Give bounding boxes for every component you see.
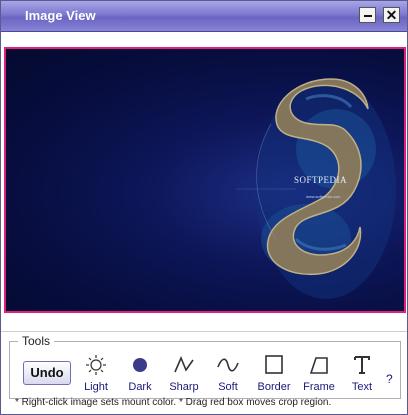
text-t-icon: [354, 356, 370, 374]
text-tool[interactable]: Text: [339, 351, 385, 397]
dark-tool[interactable]: Dark: [117, 351, 163, 397]
minimize-button[interactable]: [359, 7, 376, 23]
undo-button[interactable]: Undo: [23, 361, 71, 385]
tools-group-label: Tools: [18, 334, 55, 348]
parallelogram-icon: [309, 357, 328, 374]
tools-group: Tools Undo Light Dark Sharp Soft Border …: [9, 334, 401, 399]
soft-tool-label: Soft: [218, 381, 238, 393]
light-tool[interactable]: Light: [73, 351, 119, 397]
image-canvas-area[interactable]: SOFTPEDIA www.softpedia.com: [1, 32, 407, 331]
sharp-tool-label: Sharp: [169, 381, 199, 393]
text-tool-label: Text: [351, 381, 373, 393]
close-button[interactable]: ✕: [383, 7, 400, 23]
watermark-brand: SOFTPEDIA: [294, 175, 348, 185]
sharp-tool[interactable]: Sharp: [161, 351, 207, 397]
window-title: Image View: [25, 8, 96, 23]
watermark-url: www.softpedia.com: [306, 194, 341, 199]
sharp-wave-icon: [174, 355, 194, 373]
dark-tool-label: Dark: [128, 381, 152, 393]
square-icon: [265, 355, 283, 374]
image-view-window: Image View ✕ SOFTPEDIA www.softpedia.com: [0, 0, 408, 415]
soft-wave-icon: [217, 358, 239, 372]
crop-region-box[interactable]: SOFTPEDIA www.softpedia.com: [4, 47, 406, 313]
tools-panel: Tools Undo Light Dark Sharp Soft Border …: [1, 332, 407, 414]
border-tool[interactable]: Border: [251, 351, 297, 397]
status-hint: * Right-click image sets mount color. * …: [15, 397, 332, 408]
border-tool-label: Border: [257, 381, 291, 393]
soft-tool[interactable]: Soft: [205, 351, 251, 397]
filled-circle-icon: [133, 358, 147, 372]
close-icon: ✕: [385, 7, 398, 23]
frame-tool[interactable]: Frame: [296, 351, 342, 397]
help-button[interactable]: ?: [386, 372, 393, 386]
title-bar[interactable]: Image View ✕: [1, 1, 407, 32]
light-tool-label: Light: [84, 381, 108, 393]
frame-tool-label: Frame: [303, 381, 335, 393]
sun-icon: [86, 355, 106, 375]
